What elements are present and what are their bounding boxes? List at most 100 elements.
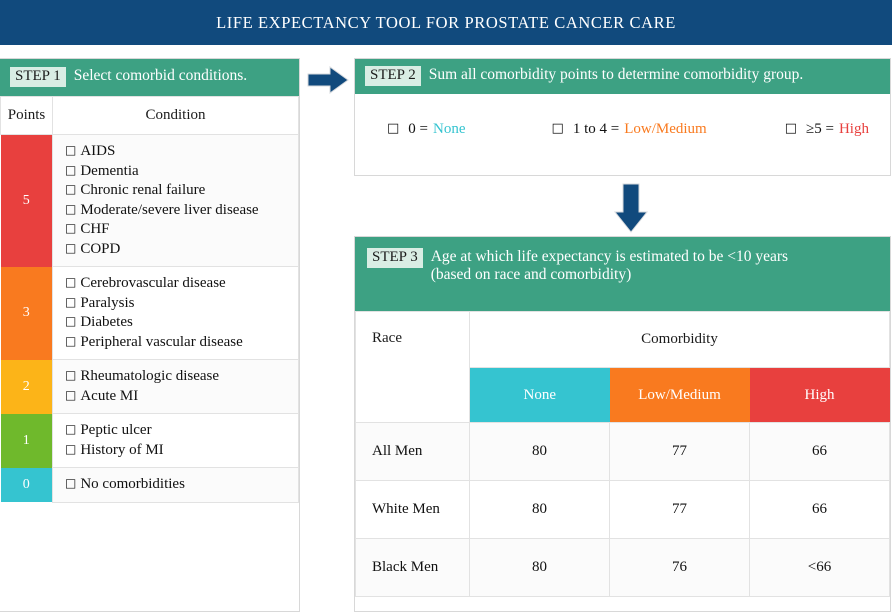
checkbox-icon[interactable]: □	[387, 121, 399, 136]
condition-list: □ Rheumatologic disease □ Acute MI	[52, 359, 299, 414]
condition-checkbox-item[interactable]: □ COPD	[65, 240, 292, 260]
condition-checkbox-item[interactable]: □ AIDS	[65, 142, 292, 162]
checkbox-icon[interactable]: □	[65, 314, 76, 328]
condition-checkbox-item[interactable]: □ Diabetes	[65, 313, 292, 333]
condition-label: Rheumatologic disease	[80, 368, 220, 384]
comorbidity-group-option[interactable]: □ 1 to 4 = Low/Medium	[552, 121, 707, 138]
checkbox-icon[interactable]: □	[552, 121, 564, 136]
age-value-none: 80	[469, 480, 610, 539]
condition-label: Acute MI	[80, 387, 139, 404]
step3-header: STEP 3 Age at which life expectancy is e…	[355, 237, 890, 311]
condition-list: □ AIDS □ Dementia □ Chronic renal failure □ Mod…	[52, 134, 299, 267]
group-header-none: None	[469, 367, 610, 423]
condition-label: COPD	[80, 240, 121, 257]
checkbox-icon[interactable]: □	[65, 241, 76, 255]
condition-label: No comorbidities	[80, 476, 185, 492]
group-header-high: High	[749, 367, 890, 423]
option-range: ≥5 =	[806, 121, 834, 137]
step3-label: Age at which life expectancy is estimate…	[431, 248, 788, 285]
checkbox-icon[interactable]: □	[785, 121, 797, 136]
step3-label-line2: (based on race and comorbidity)	[430, 266, 632, 284]
condition-checkbox-item[interactable]: □ Dementia	[65, 162, 292, 182]
table-row: White Men 80 77 66	[355, 480, 890, 539]
condition-checkbox-item[interactable]: □ Moderate/severe liver disease	[65, 201, 292, 221]
condition-label: Peptic ulcer	[80, 422, 152, 438]
app-title-banner: LIFE EXPECTANCY TOOL FOR PROSTATE CANCER…	[0, 0, 892, 45]
comorbidity-group-options: □ 0 = None □ 1 to 4 = Low/Medium □ ≥5 = High	[355, 94, 890, 175]
step2-label: Sum all comorbidity points to determine …	[428, 66, 804, 83]
age-value-high: 66	[749, 422, 890, 481]
table-row: All Men 80 77 66	[355, 422, 890, 481]
step1-panel: STEP 1 Select comorbid conditions. Point…	[0, 58, 300, 612]
checkbox-icon[interactable]: □	[65, 442, 76, 456]
comorbidity-column-header: Comorbidity	[469, 311, 890, 368]
points-row: 1 □ Peptic ulcer □ History of MI	[0, 413, 299, 468]
step1-badge: STEP 1	[10, 67, 66, 88]
option-group-label: High	[838, 121, 869, 137]
checkbox-icon[interactable]: □	[65, 388, 76, 402]
checkbox-icon[interactable]: □	[65, 202, 76, 216]
comorbidity-group-option[interactable]: □ ≥5 = High	[785, 121, 869, 138]
condition-label: Diabetes	[80, 314, 133, 330]
arrow-right-icon	[306, 64, 350, 96]
checkbox-icon[interactable]: □	[65, 275, 76, 289]
age-value-none: 80	[469, 538, 610, 597]
points-row: 2 □ Rheumatologic disease □ Acute MI	[0, 359, 299, 414]
checkbox-icon[interactable]: □	[65, 368, 76, 382]
condition-checkbox-item[interactable]: □ Paralysis	[65, 294, 292, 314]
option-group-label: None	[433, 121, 466, 137]
race-label: All Men	[355, 422, 470, 481]
age-value-low-medium: 76	[609, 538, 750, 597]
condition-label: Chronic renal failure	[80, 182, 206, 198]
checkbox-icon[interactable]: □	[65, 422, 76, 436]
age-value-high: <66	[749, 538, 890, 597]
comorbidity-points-table: Points Condition 5 □ AIDS □ Dementia □ Chronic…	[0, 96, 299, 503]
checkbox-icon[interactable]: □	[65, 182, 76, 196]
condition-checkbox-item[interactable]: □ Rheumatologic disease	[65, 367, 292, 387]
condition-checkbox-item[interactable]: □ Peripheral vascular disease	[65, 333, 292, 353]
condition-checkbox-item[interactable]: □ CHF	[65, 220, 292, 240]
table-header-row: Points Condition	[0, 96, 299, 135]
points-value-1: 1	[0, 413, 53, 468]
life-expectancy-table-body: All Men 80 77 66 White Men 80 77 66 Black Men 80 7…	[355, 422, 890, 597]
step2-header: STEP 2 Sum all comorbidity points to det…	[355, 59, 890, 94]
points-row: 5 □ AIDS □ Dementia □ Chronic renal failure □ Mo…	[0, 134, 299, 267]
condition-label: History of MI	[80, 441, 164, 458]
age-value-none: 80	[469, 422, 610, 481]
comorbidity-group-option[interactable]: □ 0 = None	[387, 121, 466, 138]
condition-label: CHF	[80, 221, 110, 237]
points-value-5: 5	[0, 134, 53, 267]
checkbox-icon[interactable]: □	[65, 143, 76, 157]
step3-panel: STEP 3 Age at which life expectancy is e…	[354, 236, 891, 612]
condition-checkbox-item[interactable]: □ Peptic ulcer	[65, 421, 292, 441]
step3-label-line1: Age at which life expectancy is estimate…	[430, 248, 789, 265]
checkbox-icon[interactable]: □	[65, 295, 76, 309]
table-header-row-top: Race Comorbidity	[355, 311, 890, 423]
option-range: 0 =	[408, 121, 429, 137]
condition-checkbox-item[interactable]: □ Acute MI	[65, 387, 292, 407]
condition-checkbox-item[interactable]: □ No comorbidities	[65, 475, 292, 495]
step2-badge: STEP 2	[365, 66, 421, 87]
age-value-low-medium: 77	[609, 480, 750, 539]
condition-checkbox-item[interactable]: □ Chronic renal failure	[65, 181, 292, 201]
condition-list: □ Cerebrovascular disease □ Paralysis □ Diabe…	[52, 266, 299, 360]
condition-checkbox-item[interactable]: □ Cerebrovascular disease	[65, 274, 292, 294]
condition-label: Dementia	[80, 162, 139, 179]
condition-list: □ Peptic ulcer □ History of MI	[52, 413, 299, 468]
table-row: Black Men 80 76 <66	[355, 538, 890, 597]
checkbox-icon[interactable]: □	[65, 334, 76, 348]
condition-checkbox-item[interactable]: □ History of MI	[65, 441, 292, 461]
checkbox-icon[interactable]: □	[65, 163, 76, 177]
checkbox-icon[interactable]: □	[65, 476, 76, 490]
step1-label: Select comorbid conditions.	[73, 67, 248, 84]
points-table-body: 5 □ AIDS □ Dementia □ Chronic renal failure □ Mo…	[0, 134, 299, 503]
points-column-header: Points	[0, 96, 53, 135]
option-range: 1 to 4 =	[572, 121, 620, 137]
group-header-low-medium: Low/Medium	[609, 367, 750, 423]
age-value-low-medium: 77	[609, 422, 750, 481]
checkbox-icon[interactable]: □	[65, 221, 76, 235]
step3-badge: STEP 3	[367, 248, 423, 269]
condition-list: □ No comorbidities	[52, 467, 299, 503]
points-row: 0 □ No comorbidities	[0, 467, 299, 503]
race-column-header: Race	[355, 311, 470, 423]
